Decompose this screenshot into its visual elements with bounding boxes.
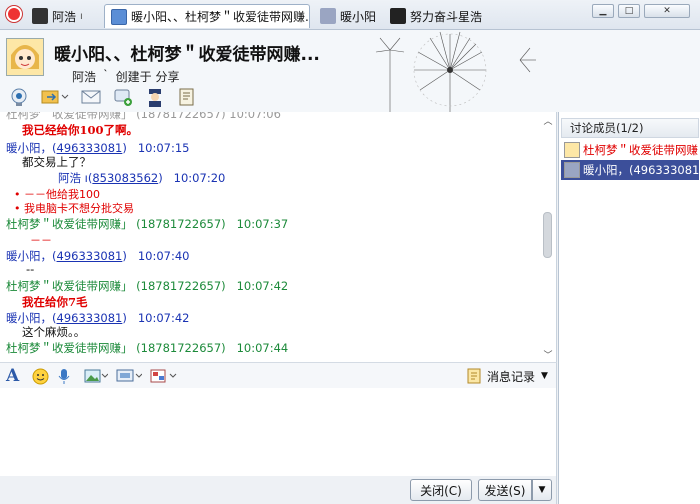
message-input[interactable] xyxy=(0,388,557,476)
message-history[interactable]: 杜柯梦＂收爱徒带网赚」 (18781722657) 10:07:06 我已经给你… xyxy=(0,112,557,362)
add-member-icon[interactable] xyxy=(112,87,134,107)
scroll-down-icon[interactable]: ﹀ xyxy=(541,348,555,361)
scrollbar-thumb[interactable] xyxy=(543,212,552,258)
notes-icon[interactable] xyxy=(176,87,198,107)
user-id-link[interactable]: 496333081 xyxy=(57,311,123,325)
bottom-bar: 关闭(C) 发送(S) ▼ xyxy=(0,476,557,504)
message-header: 杜柯梦＂收爱徒带网赚」 (18781722657) 10:07:37 xyxy=(6,217,289,231)
member-panel: 讨论成员(1/2) 杜柯梦＂收爱徒带网赚 暖小阳，(496333081) xyxy=(558,112,700,504)
contact-avatar-icon xyxy=(390,8,406,24)
app-logo-icon xyxy=(6,6,22,22)
message-body: -- xyxy=(26,262,35,276)
user-id-link[interactable]: 496333081 xyxy=(57,141,123,155)
history-icon xyxy=(467,368,481,384)
transfer-file-icon[interactable] xyxy=(40,87,70,107)
message-body: 我在给你7毛 xyxy=(22,295,88,309)
tab-strip: 阿浩 ı 暖小阳、、杜柯梦＂收爱徒带网赚... 暖小阳 努力奋斗星浩 ▁ □ ✕ xyxy=(0,0,700,30)
font-icon[interactable]: A xyxy=(6,366,19,386)
page-title: 暖小阳、、杜柯梦＂收爱徒带网赚... xyxy=(54,45,320,65)
chat-header: 暖小阳、、杜柯梦＂收爱徒带网赚... 阿浩 ｀ 创建于 分享 xyxy=(0,30,700,112)
tab-nuanxiaoyang[interactable]: 暖小阳 xyxy=(314,4,384,28)
chevron-down-icon: ▼ xyxy=(541,371,548,381)
scroll-up-icon[interactable]: ︿ xyxy=(541,114,555,127)
maximize-button[interactable]: □ xyxy=(618,4,640,18)
contact-avatar-icon xyxy=(32,8,48,24)
send-button[interactable]: 发送(S) xyxy=(478,479,532,501)
message-body: 我已经给你100了啊。 xyxy=(22,123,139,137)
message-history-button[interactable]: 消息记录 ▼ xyxy=(466,367,548,385)
screenshot-icon[interactable] xyxy=(116,367,142,385)
tab-close-icon[interactable]: ı xyxy=(80,11,83,22)
voice-icon[interactable] xyxy=(56,367,72,385)
mail-icon[interactable] xyxy=(80,87,102,107)
dandelion-decoration-icon xyxy=(375,31,536,112)
close-window-button[interactable]: ✕ xyxy=(644,4,690,18)
message-body: －－ xyxy=(30,234,52,247)
close-button[interactable]: 关闭(C) xyxy=(410,479,472,501)
header-toolbar xyxy=(8,84,198,110)
message-body: 都交易上了？ xyxy=(22,155,91,169)
video-camera-icon[interactable] xyxy=(8,87,30,107)
member-item[interactable]: 杜柯梦＂收爱徒带网赚 xyxy=(561,140,699,160)
tab-ahao[interactable]: 阿浩 ı xyxy=(26,4,104,28)
tab-group-chat[interactable]: 暖小阳、、杜柯梦＂收爱徒带网赚... xyxy=(104,4,310,28)
image-icon[interactable] xyxy=(84,367,108,385)
user-id-link[interactable]: 853083562 xyxy=(92,171,158,185)
police-icon[interactable] xyxy=(144,87,166,107)
tab-nulifendou[interactable]: 努力奋斗星浩 xyxy=(384,4,484,28)
member-list-header: 讨论成员(1/2) xyxy=(561,118,699,138)
message-body: • 我电脑卡不想分批交易 xyxy=(14,202,134,215)
message-header: 杜柯梦＂收爱徒带网赚」 (18781722657) 10:07:42 xyxy=(6,279,289,293)
contact-avatar-icon xyxy=(320,8,336,24)
input-toolbar: A 消息记录 ▼ xyxy=(0,362,557,388)
emoji-icon[interactable] xyxy=(32,367,49,385)
message-header: 杜柯梦＂收爱徒带网赚」 (18781722657) 10:07:44 xyxy=(6,341,289,355)
user-id-link[interactable]: 496333081 xyxy=(57,249,123,263)
group-avatar[interactable] xyxy=(6,38,44,76)
message-header: 杜柯梦＂收爱徒带网赚」 (18781722657) 10:07:06 xyxy=(6,112,281,121)
group-creator-info: 阿浩 ｀ 创建于 分享 xyxy=(72,70,180,84)
minimize-button[interactable]: ▁ xyxy=(592,4,614,18)
message-body: 这个麻烦。。 xyxy=(22,325,86,339)
send-options-chevron-icon[interactable]: ▼ xyxy=(532,479,552,501)
avatar xyxy=(564,162,580,178)
member-item[interactable]: 暖小阳，(496333081) xyxy=(561,160,699,180)
avatar xyxy=(564,142,580,158)
message-header: 阿浩 ı(853083562) 10:07:20 xyxy=(58,171,226,185)
more-tools-icon[interactable] xyxy=(150,367,178,385)
group-chat-icon xyxy=(111,8,127,25)
